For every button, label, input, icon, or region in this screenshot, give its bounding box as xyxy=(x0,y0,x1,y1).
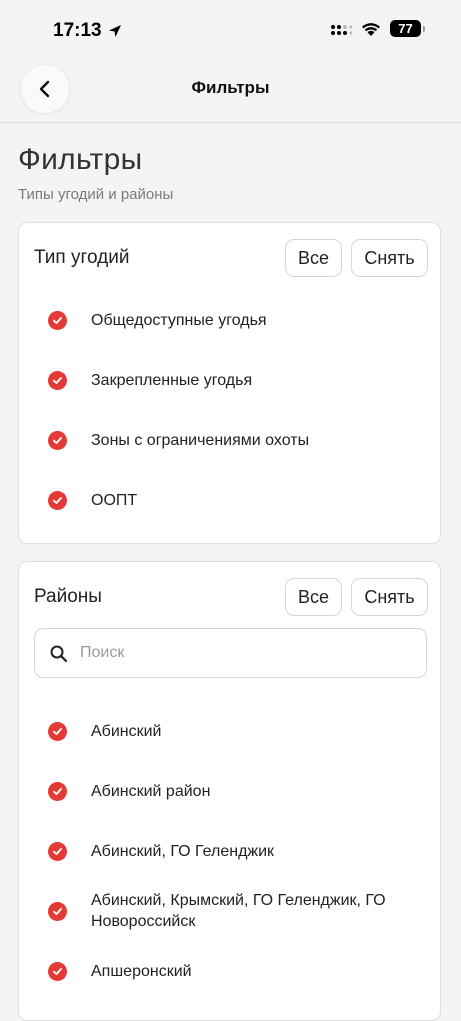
battery-level: 77 xyxy=(398,21,413,36)
checkmark-icon xyxy=(48,430,67,450)
land-type-label: Закрепленные угодья xyxy=(91,371,253,389)
land-types-clear-button[interactable]: Снять xyxy=(351,239,428,277)
district-item[interactable]: Абинский xyxy=(19,720,440,742)
cellular-signal-icon xyxy=(331,24,352,35)
checkmark-icon xyxy=(48,901,67,921)
page-title: Фильтры xyxy=(18,143,143,176)
checkmark-icon xyxy=(48,781,67,801)
district-label: Апшеронский xyxy=(91,962,192,980)
districts-select-all-button[interactable]: Все xyxy=(285,578,342,616)
checkmark-icon xyxy=(48,310,67,330)
checkmark-icon xyxy=(48,370,67,390)
district-search-input[interactable]: Поиск xyxy=(34,628,427,678)
district-label: Абинский xyxy=(91,722,162,740)
search-icon xyxy=(50,645,68,663)
status-icons: 77 xyxy=(330,20,425,37)
land-types-title: Тип угодий xyxy=(34,247,130,268)
district-item[interactable]: Абинский, ГО Геленджик xyxy=(19,840,440,862)
land-type-label: Зоны с ограничениями охоты xyxy=(91,431,310,449)
location-arrow-icon xyxy=(108,25,121,37)
battery-indicator: 77 xyxy=(390,20,425,37)
checkmark-icon xyxy=(48,961,67,981)
checkmark-icon xyxy=(48,721,67,741)
district-label: Абинский, ГО Геленджик xyxy=(91,842,275,860)
district-item[interactable]: Абинский, Крымский, ГО Геленджик, ГО Нов… xyxy=(19,889,440,933)
districts-clear-button[interactable]: Снять xyxy=(351,578,428,616)
land-type-item[interactable]: Зоны с ограничениями охоты xyxy=(19,429,440,451)
district-item[interactable]: Апшеронский xyxy=(19,960,440,982)
land-type-item[interactable]: ООПТ xyxy=(19,489,440,511)
districts-title: Районы xyxy=(34,586,102,607)
checkmark-icon xyxy=(48,490,67,510)
nav-title: Фильтры xyxy=(191,78,270,97)
wifi-icon xyxy=(362,22,380,36)
status-bar: 17:13 77 xyxy=(0,0,461,62)
search-placeholder: Поиск xyxy=(80,644,125,661)
land-type-label: Общедоступные угодья xyxy=(91,311,267,329)
land-types-select-all-button[interactable]: Все xyxy=(285,239,342,277)
land-types-card: Тип угодий Все Снять Общедоступные угодь… xyxy=(18,222,441,544)
checkmark-icon xyxy=(48,841,67,861)
districts-card: Районы Все Снять Поиск Абинский Абинский… xyxy=(18,561,441,1021)
district-label: Абинский район xyxy=(91,782,211,800)
status-time-text: 17:13 xyxy=(53,20,102,41)
land-type-item[interactable]: Общедоступные угодья xyxy=(19,309,440,331)
nav-header: Фильтры xyxy=(0,62,461,123)
land-type-label: ООПТ xyxy=(91,491,138,509)
district-label: Абинский, Крымский, ГО Геленджик, ГО Нов… xyxy=(91,892,386,930)
status-time: 17:13 xyxy=(53,20,123,42)
land-type-item[interactable]: Закрепленные угодья xyxy=(19,369,440,391)
page-subtitle: Типы угодий и районы xyxy=(18,186,174,203)
district-item[interactable]: Абинский район xyxy=(19,780,440,802)
